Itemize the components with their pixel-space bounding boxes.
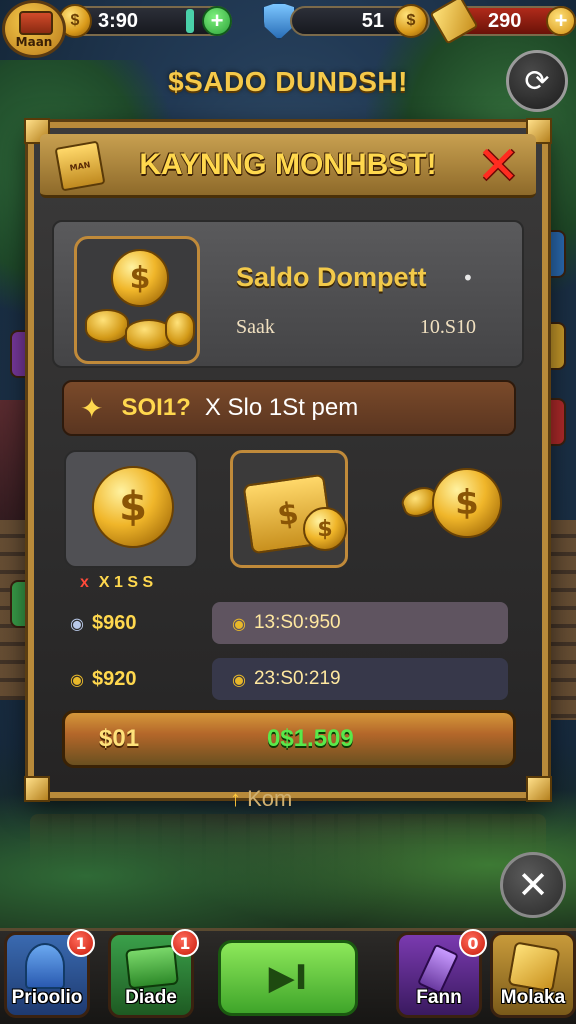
row-right-cell: ◉ 23:S0:219: [212, 658, 508, 700]
tiles-caption: x X 1 S S: [80, 574, 153, 592]
row-left-value: $960: [91, 611, 137, 634]
refresh-icon: ⟳: [524, 63, 550, 99]
resource-bar-2: 51 $: [290, 4, 430, 38]
resource-1-value: 3:90: [98, 9, 139, 32]
refresh-button[interactable]: ⟳: [506, 50, 568, 112]
cash-option-tile[interactable]: $ $: [230, 450, 348, 568]
add-resource-1-button[interactable]: +: [202, 6, 232, 36]
transaction-row[interactable]: ◉ $920 ◉ 23:S0:219: [62, 658, 516, 700]
main-menu-button[interactable]: Maan: [2, 0, 66, 58]
wallet-amount: 10.S10: [419, 316, 476, 338]
nav-label: Fann: [416, 987, 462, 1008]
notification-badge: 0: [459, 929, 487, 957]
nav-item-molaka[interactable]: Molaka: [490, 932, 576, 1018]
row-right-value: 23:S0:219: [253, 668, 341, 689]
coin-stack-icon: [85, 309, 129, 343]
coins-option-tile[interactable]: $: [394, 450, 528, 568]
frame-corner: [24, 776, 50, 802]
dialog-header: MAN KAYNNG MONHBST! ✕: [40, 134, 536, 198]
coin-icon: $: [92, 466, 174, 548]
nav-label: Prioolio: [11, 987, 83, 1008]
treasure-chest-icon: [19, 11, 53, 35]
ticket-icon: MAN: [54, 140, 106, 192]
wallet-dialog: MAN KAYNNG MONHBST! ✕ $ Saldo Dompett • …: [24, 118, 552, 802]
wallet-title: Saldo Dompett: [236, 262, 427, 292]
coin-small-icon: ◉: [232, 669, 246, 689]
dismiss-button[interactable]: ✕: [500, 852, 566, 918]
notification-badge: 1: [67, 929, 95, 957]
resource-bar-1: $ 3:90 +: [58, 4, 232, 38]
bottom-nav: 1 Prioolio 1 Diade ▶I 0 Fann Molaka: [0, 928, 576, 1024]
coin-pile-image: $: [74, 236, 200, 364]
ticket-icon: [429, 0, 479, 45]
coin-icon: $: [111, 249, 169, 307]
info-gold-text: SOI1?: [121, 394, 191, 421]
caption-prefix: x: [80, 574, 89, 591]
close-button[interactable]: ✕: [476, 140, 520, 192]
row-right-cell: ◉ 13:S0:950: [212, 602, 508, 644]
card-icon: [125, 944, 179, 990]
nav-label: Diade: [125, 987, 177, 1008]
main-menu-label: Maan: [15, 35, 53, 49]
screen-title: $SADO DUNDSH!: [168, 66, 408, 97]
wallet-dot: •: [462, 266, 474, 290]
divider-icon: [186, 9, 194, 33]
top-hud: Maan $ 3:90 + 51 $ 290 +: [0, 0, 576, 58]
coin-icon: $: [303, 507, 347, 551]
nav-label: Molaka: [500, 987, 566, 1008]
magic-hat-icon: [25, 943, 65, 989]
below-dialog-text: Kom: [247, 786, 293, 811]
coin-stack-icon: [165, 311, 195, 347]
scroll-icon: [507, 941, 561, 993]
row-left-cell: ◉ $960: [62, 602, 210, 644]
wallet-card: $ Saldo Dompett • Saak 10.S10: [52, 220, 524, 368]
row-left-cell: ◉ $920: [62, 658, 210, 700]
total-button[interactable]: $01 0$1.509: [62, 710, 516, 768]
total-right-value: 0$1.509: [267, 725, 354, 752]
below-dialog-label: ↑ Kom: [230, 786, 292, 812]
arrow-icon: ↑: [230, 786, 241, 811]
info-text: X Slo 1St pem: [204, 394, 359, 421]
wallet-subtitle: Saak: [236, 316, 275, 338]
coin-icon: $: [432, 468, 502, 538]
play-icon: ▶I: [268, 958, 308, 998]
resource-bar-3: 290 +: [429, 0, 576, 45]
resource-2-value: 51: [361, 9, 384, 32]
play-button[interactable]: ▶I: [218, 940, 358, 1016]
row-right-value: 13:S0:950: [253, 612, 341, 633]
gold-coin-icon: $: [394, 4, 428, 38]
sparkle-icon: ✦: [80, 391, 104, 425]
coin-small-icon: ◉: [232, 613, 246, 633]
dialog-title: KAYNNG MONHBST!: [139, 147, 437, 181]
resource-3-value: 290: [488, 9, 522, 32]
coin-option-tile[interactable]: $: [64, 450, 198, 568]
nav-item-portfolio[interactable]: 1 Prioolio: [4, 929, 95, 1018]
nav-item-diade[interactable]: 1 Diade: [108, 929, 199, 1018]
caption-text: X 1 S S: [98, 574, 154, 591]
nav-item-fann[interactable]: 0 Fann: [396, 929, 487, 1018]
info-bar: ✦ SOI1? X Slo 1St pem: [62, 380, 516, 436]
add-resource-3-button[interactable]: +: [546, 6, 576, 36]
notification-badge: 1: [171, 929, 199, 957]
coin-small-icon: ◉: [70, 669, 84, 689]
transaction-row[interactable]: ◉ $960 ◉ 13:S0:950: [62, 602, 516, 644]
row-left-value: $920: [91, 667, 137, 690]
frame-corner: [526, 776, 552, 802]
eye-icon: ◉: [70, 613, 84, 633]
close-icon: ✕: [517, 863, 549, 907]
total-left-value: $01: [99, 725, 140, 752]
